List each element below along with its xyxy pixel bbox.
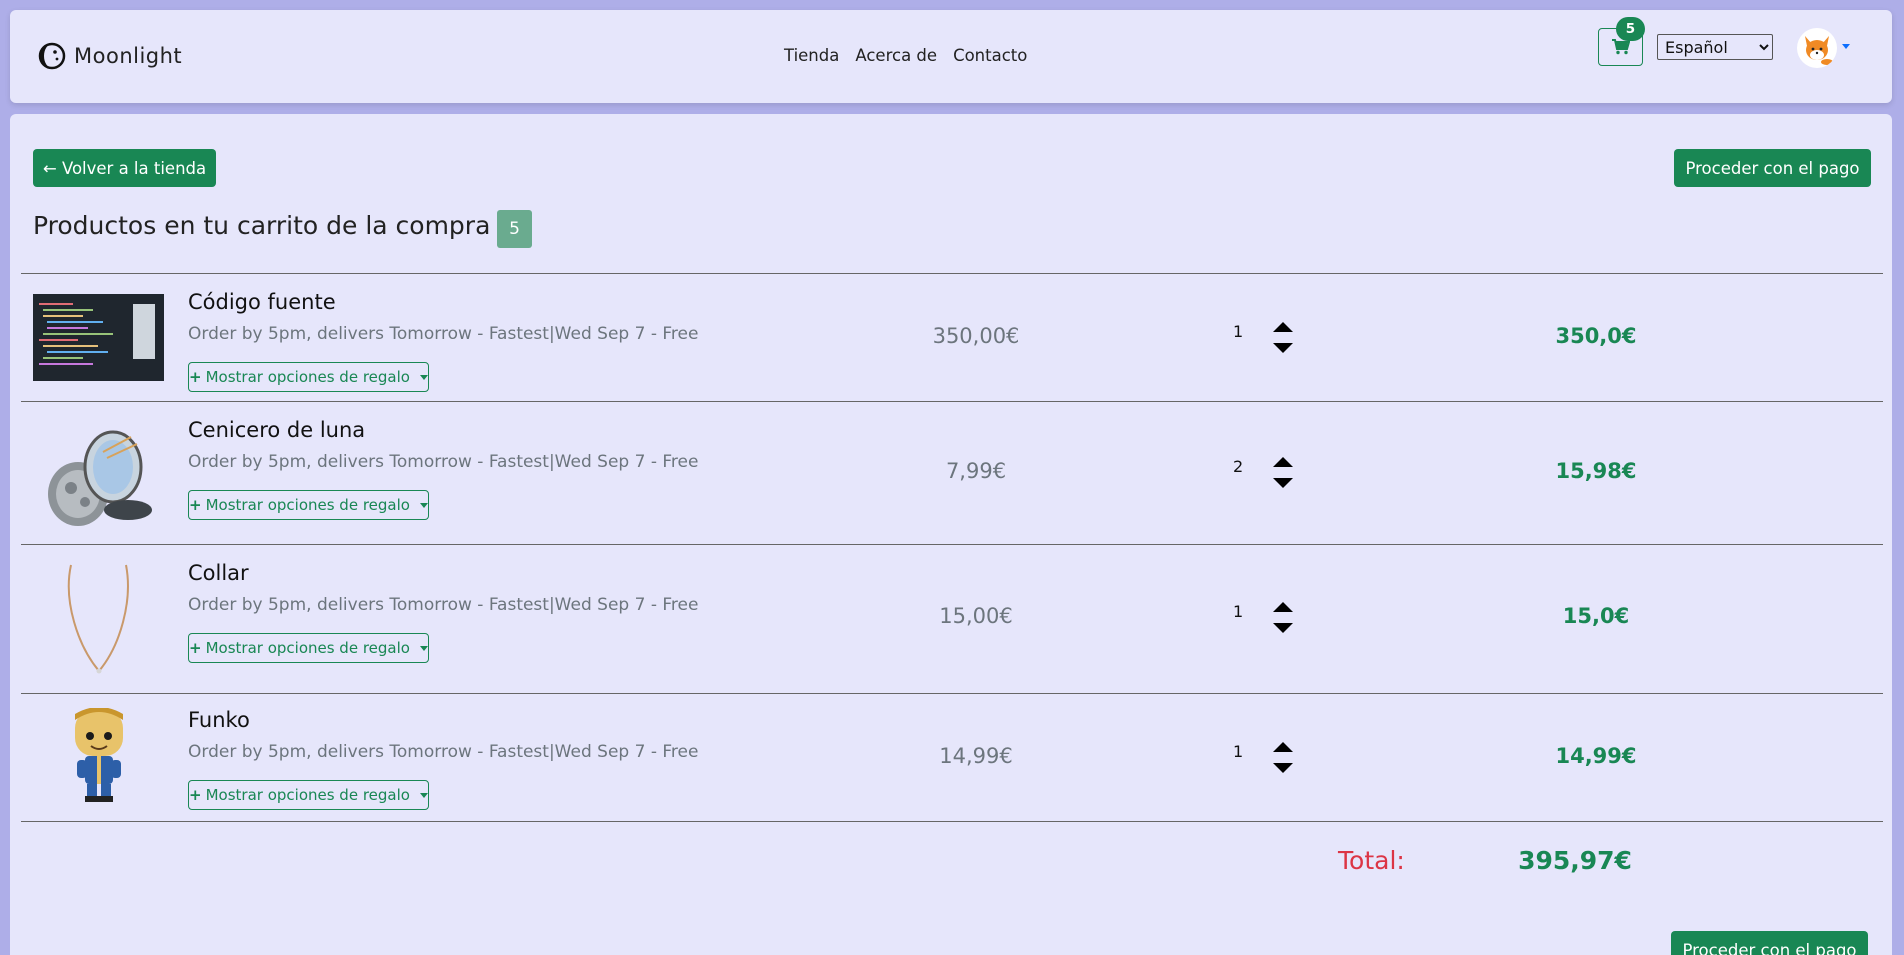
language-select[interactable]: Español English [1657,34,1773,60]
cart-row: Cenicero de luna Order by 5pm, delivers … [21,402,1883,544]
shipping-info: Order by 5pm, delivers Tomorrow - Fastes… [188,595,699,615]
gift-options-button[interactable]: + Mostrar opciones de regalo [188,362,429,392]
cart-row: Funko Order by 5pm, delivers Tomorrow - … [21,694,1883,821]
gift-options-button[interactable]: + Mostrar opciones de regalo [188,490,429,520]
quantity-value: 1 [1233,322,1244,341]
moon-logo-icon [38,42,66,70]
unit-price: 14,99€ [939,744,1013,768]
quantity-increase-icon[interactable] [1273,322,1293,332]
product-name[interactable]: Código fuente [188,290,336,314]
nav-link-tienda[interactable]: Tienda [784,46,839,65]
line-subtotal: 15,0€ [1562,604,1630,628]
gift-options-label: Mostrar opciones de regalo [205,496,410,514]
cart-count-badge: 5 [1616,17,1645,41]
quantity-decrease-icon[interactable] [1273,478,1293,488]
quantity-decrease-icon[interactable] [1273,623,1293,633]
product-name[interactable]: Cenicero de luna [188,418,365,442]
funko-figure-image-icon [75,708,123,802]
line-subtotal: 350,0€ [1555,324,1637,348]
plus-icon: + [189,368,202,386]
page-title: Productos en tu carrito de la compra [33,211,491,240]
quantity-increase-icon[interactable] [1273,742,1293,752]
quantity-increase-icon[interactable] [1273,602,1293,612]
gift-options-button[interactable]: + Mostrar opciones de regalo [188,633,429,663]
cart-items-count-badge: 5 [497,210,532,248]
unit-price: 15,00€ [939,604,1013,628]
gift-options-button[interactable]: + Mostrar opciones de regalo [188,780,429,810]
product-image [33,294,164,381]
quantity-increase-icon[interactable] [1273,457,1293,467]
gift-options-label: Mostrar opciones de regalo [205,368,410,386]
avatar-dropdown-caret-icon[interactable] [1842,44,1850,49]
shipping-info: Order by 5pm, delivers Tomorrow - Fastes… [188,742,699,762]
total-label: Total: [1338,846,1405,875]
shopping-cart-icon [1611,39,1630,55]
plus-icon: + [189,496,202,514]
chevron-down-icon [419,645,428,651]
chevron-down-icon [419,374,428,380]
gift-options-label: Mostrar opciones de regalo [205,786,410,804]
gift-options-label: Mostrar opciones de regalo [205,639,410,657]
shipping-info: Order by 5pm, delivers Tomorrow - Fastes… [188,452,699,472]
quantity-value: 1 [1233,742,1244,761]
cart-row: Collar Order by 5pm, delivers Tomorrow -… [21,545,1883,693]
plus-icon: + [189,786,202,804]
line-subtotal: 15,98€ [1555,459,1637,483]
fox-avatar-icon [1805,36,1833,65]
quantity-decrease-icon[interactable] [1273,343,1293,353]
proceed-to-payment-button[interactable]: Proceder con el pago [1674,149,1871,187]
quantity-decrease-icon[interactable] [1273,763,1293,773]
shipping-info: Order by 5pm, delivers Tomorrow - Fastes… [188,324,699,344]
product-image [33,708,164,804]
quantity-value: 2 [1233,457,1244,476]
product-name[interactable]: Funko [188,708,250,732]
product-name[interactable]: Collar [188,561,249,585]
chevron-down-icon [419,792,428,798]
chevron-down-icon [419,502,428,508]
brand-name: Moonlight [74,44,183,68]
unit-price: 7,99€ [945,459,1007,483]
back-to-shop-button[interactable]: ← Volver a la tienda [33,149,216,187]
divider [21,821,1883,822]
nav-link-contacto[interactable]: Contacto [953,46,1027,65]
proceed-to-payment-bottom-button[interactable]: Proceder con el pago [1671,931,1868,955]
avatar[interactable] [1797,28,1837,68]
line-subtotal: 14,99€ [1555,744,1637,768]
quantity-value: 1 [1233,602,1244,621]
total-value: 395,97€ [1518,846,1632,875]
necklace-image-icon [67,564,129,674]
plus-icon: + [189,639,202,657]
product-image [33,561,164,675]
nav-link-acerca[interactable]: Acerca de [855,46,937,65]
product-image [33,422,164,532]
nav-links: Tienda Acerca de Contacto [784,46,1027,65]
moon-ashtray-image-icon [48,430,152,526]
unit-price: 350,00€ [932,324,1020,348]
source-code-image-icon [33,294,164,381]
cart-row: Código fuente Order by 5pm, delivers Tom… [21,274,1883,401]
brand[interactable]: Moonlight [38,42,182,70]
